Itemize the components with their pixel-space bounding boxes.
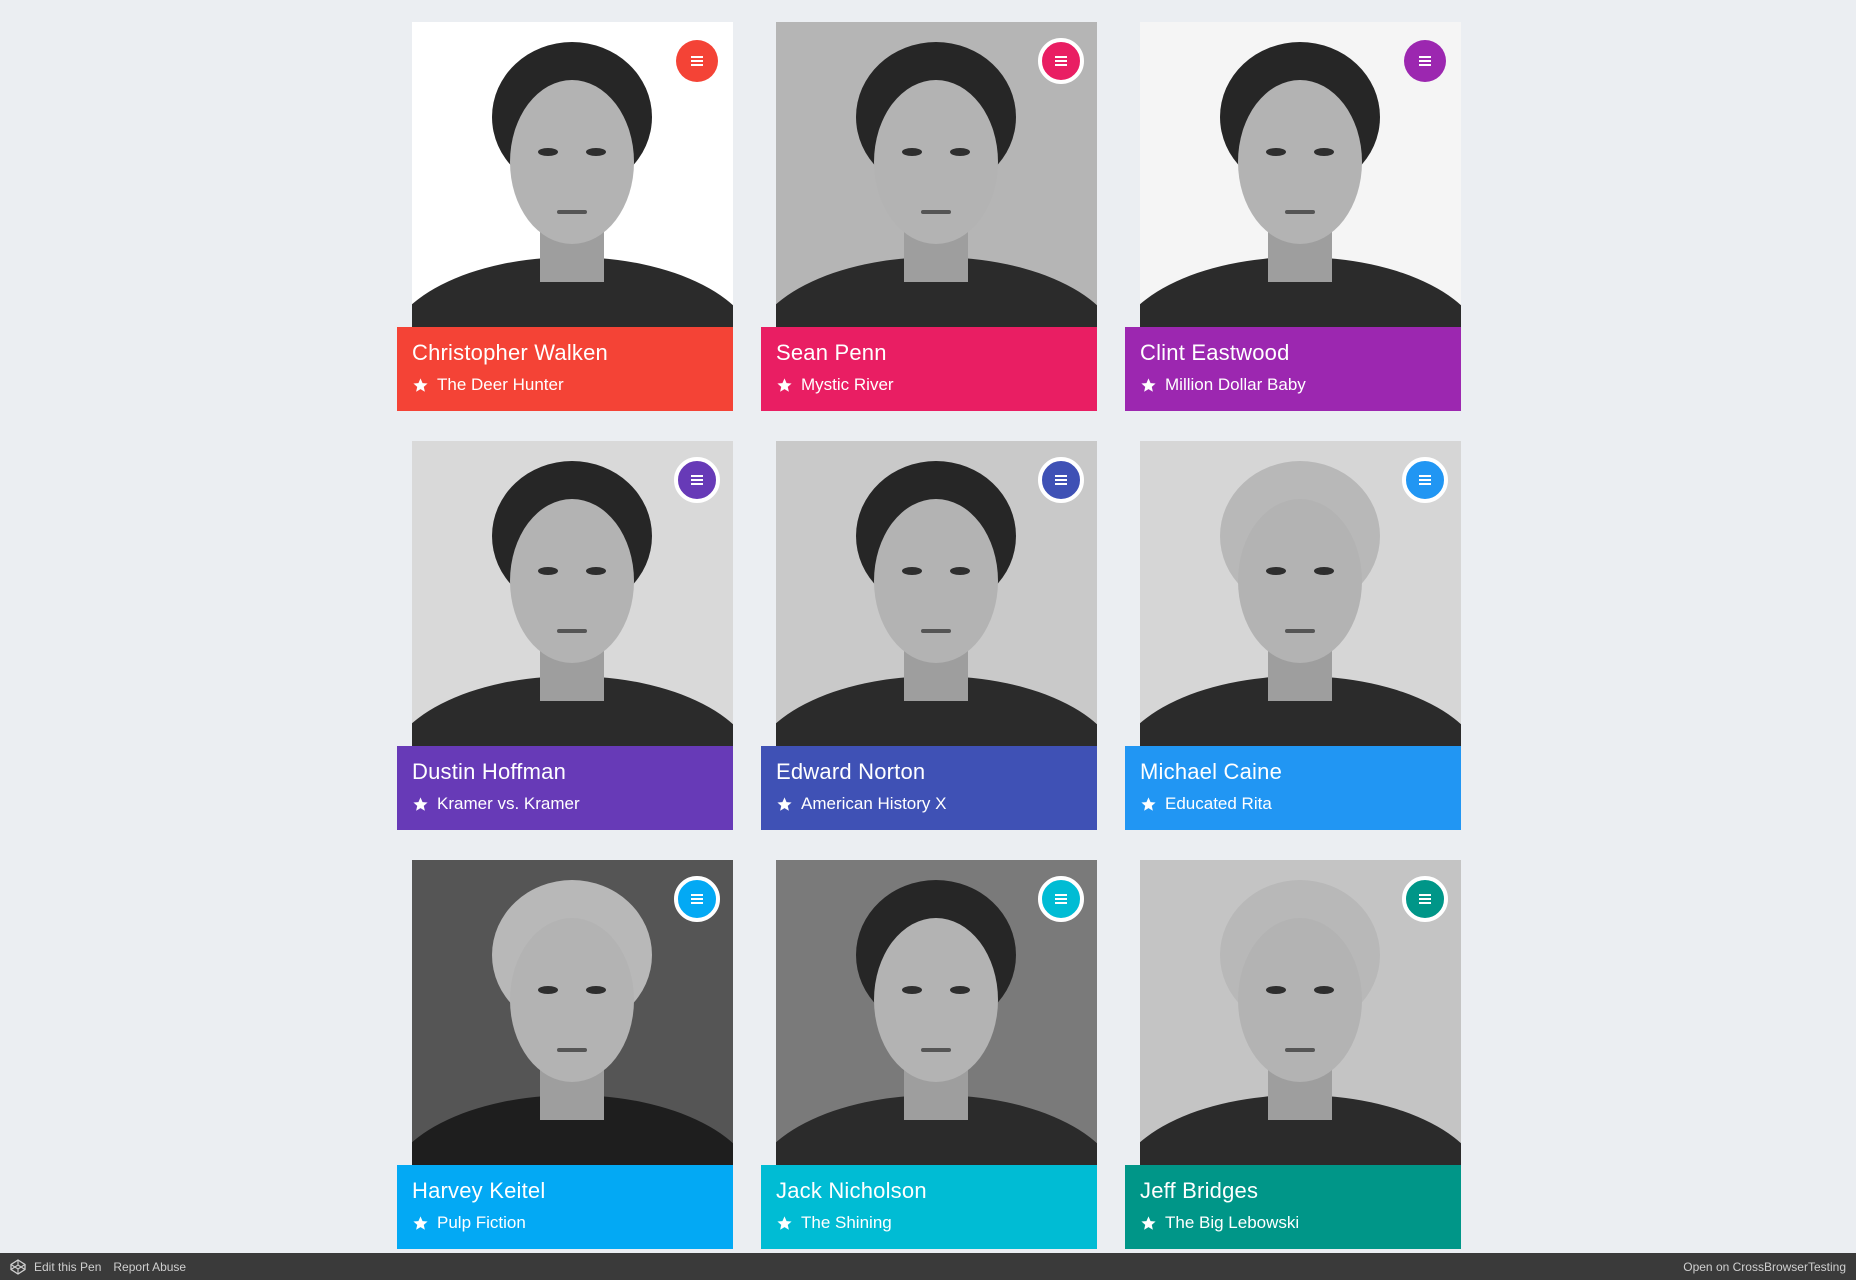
actor-card: Jeff Bridges The Big Lebowski xyxy=(1125,860,1461,1249)
menu-icon xyxy=(691,894,703,904)
menu-icon xyxy=(1419,475,1431,485)
movie-title: The Shining xyxy=(801,1213,892,1232)
actor-card: Dustin Hoffman Kramer vs. Kramer xyxy=(397,441,733,830)
card-menu-button[interactable] xyxy=(674,876,720,922)
movie-title: The Deer Hunter xyxy=(437,375,564,394)
star-icon xyxy=(777,377,792,392)
star-icon xyxy=(777,1215,792,1230)
movie-title: Kramer vs. Kramer xyxy=(437,794,580,813)
movie-title-row: The Shining xyxy=(776,1213,1082,1233)
card-info-band: Jack Nicholson The Shining xyxy=(761,1165,1097,1249)
actor-name: Dustin Hoffman xyxy=(412,759,567,784)
actor-name: Christopher Walken xyxy=(412,340,608,365)
actor-card: Edward Norton American History X xyxy=(761,441,1097,830)
card-menu-button[interactable] xyxy=(1404,40,1446,82)
card-menu-button[interactable] xyxy=(674,457,720,503)
movie-title: The Big Lebowski xyxy=(1165,1213,1300,1232)
card-info-band: Dustin Hoffman Kramer vs. Kramer xyxy=(397,746,733,830)
menu-icon xyxy=(1419,56,1431,66)
movie-title: Million Dollar Baby xyxy=(1165,375,1306,394)
menu-icon xyxy=(1055,475,1067,485)
footer-bar: Edit this Pen Report Abuse Open on Cross… xyxy=(0,1253,1856,1280)
star-icon xyxy=(413,1215,428,1230)
card-info-band: Clint Eastwood Million Dollar Baby xyxy=(1125,327,1461,411)
actor-card: Harvey Keitel Pulp Fiction xyxy=(397,860,733,1249)
edit-pen-link[interactable]: Edit this Pen xyxy=(34,1260,101,1274)
star-icon xyxy=(413,377,428,392)
open-crossbrowsertesting-link[interactable]: Open on CrossBrowserTesting xyxy=(1683,1260,1846,1274)
actor-name: Jack Nicholson xyxy=(776,1178,927,1203)
actor-name: Sean Penn xyxy=(776,340,887,365)
menu-icon xyxy=(691,56,703,66)
card-info-band: Michael Caine Educated Rita xyxy=(1125,746,1461,830)
actor-name: Harvey Keitel xyxy=(412,1178,546,1203)
actor-name: Edward Norton xyxy=(776,759,926,784)
card-menu-button[interactable] xyxy=(1038,457,1084,503)
actor-name: Clint Eastwood xyxy=(1140,340,1290,365)
movie-title-row: The Deer Hunter xyxy=(412,375,718,395)
movie-title: Educated Rita xyxy=(1165,794,1272,813)
movie-title-row: Mystic River xyxy=(776,375,1082,395)
card-info-band: Harvey Keitel Pulp Fiction xyxy=(397,1165,733,1249)
actor-card: Clint Eastwood Million Dollar Baby xyxy=(1125,22,1461,411)
menu-icon xyxy=(1055,56,1067,66)
actor-name: Jeff Bridges xyxy=(1140,1178,1259,1203)
report-abuse-link[interactable]: Report Abuse xyxy=(113,1260,186,1274)
card-menu-button[interactable] xyxy=(1038,876,1084,922)
movie-title-row: American History X xyxy=(776,794,1082,814)
card-info-band: Edward Norton American History X xyxy=(761,746,1097,830)
card-menu-button[interactable] xyxy=(1038,38,1084,84)
star-icon xyxy=(1141,796,1156,811)
star-icon xyxy=(1141,1215,1156,1230)
actor-card-grid: Christopher Walken The Deer Hunter Sean … xyxy=(397,22,1461,1249)
movie-title-row: Pulp Fiction xyxy=(412,1213,718,1233)
movie-title: Mystic River xyxy=(801,375,894,394)
movie-title-row: Kramer vs. Kramer xyxy=(412,794,718,814)
menu-icon xyxy=(1419,894,1431,904)
movie-title-row: The Big Lebowski xyxy=(1140,1213,1446,1233)
codepen-logo-icon xyxy=(10,1258,26,1275)
card-info-band: Christopher Walken The Deer Hunter xyxy=(397,327,733,411)
movie-title-row: Educated Rita xyxy=(1140,794,1446,814)
actor-card: Sean Penn Mystic River xyxy=(761,22,1097,411)
card-menu-button[interactable] xyxy=(1402,457,1448,503)
movie-title: American History X xyxy=(801,794,947,813)
menu-icon xyxy=(1055,894,1067,904)
movie-title-row: Million Dollar Baby xyxy=(1140,375,1446,395)
card-info-band: Jeff Bridges The Big Lebowski xyxy=(1125,1165,1461,1249)
actor-card: Michael Caine Educated Rita xyxy=(1125,441,1461,830)
menu-icon xyxy=(691,475,703,485)
star-icon xyxy=(1141,377,1156,392)
actor-card: Christopher Walken The Deer Hunter xyxy=(397,22,733,411)
star-icon xyxy=(777,796,792,811)
actor-name: Michael Caine xyxy=(1140,759,1283,784)
actor-card: Jack Nicholson The Shining xyxy=(761,860,1097,1249)
card-menu-button[interactable] xyxy=(676,40,718,82)
card-menu-button[interactable] xyxy=(1402,876,1448,922)
card-info-band: Sean Penn Mystic River xyxy=(761,327,1097,411)
movie-title: Pulp Fiction xyxy=(437,1213,526,1232)
star-icon xyxy=(413,796,428,811)
